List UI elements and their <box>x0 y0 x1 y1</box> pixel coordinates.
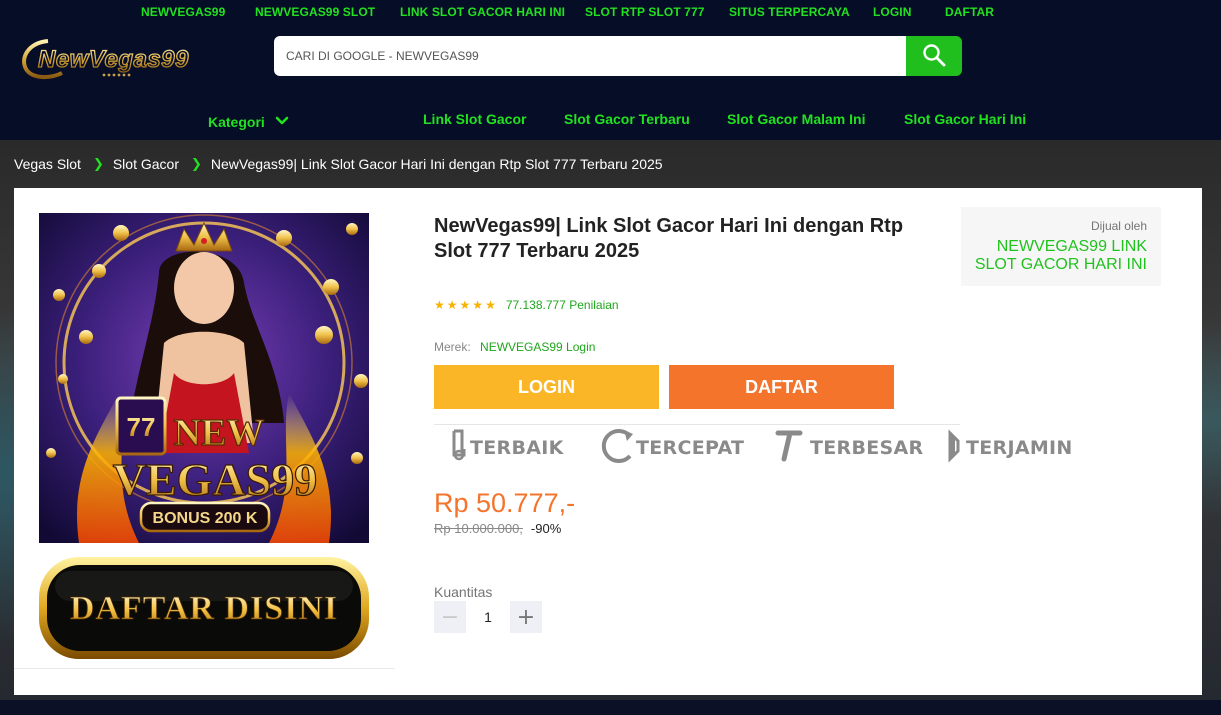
feature-label: TERJAMIN <box>966 437 1073 459</box>
chevron-right-icon: ❯ <box>92 156 104 171</box>
top-link-newvegas99[interactable]: NEWVEGAS99 <box>141 5 225 19</box>
search-button[interactable] <box>906 36 962 76</box>
svg-text:NewVegas99: NewVegas99 <box>38 46 189 73</box>
top-link-login[interactable]: LOGIN <box>873 5 912 19</box>
daftar-disini-banner[interactable]: DAFTAR DISINI <box>37 555 371 661</box>
minus-icon[interactable]: − <box>434 601 466 633</box>
divider <box>14 668 395 669</box>
feature-badges: TERBAIK TERCEPAT TERBESAR TERJAMIN <box>450 428 1090 468</box>
svg-text:77: 77 <box>127 412 156 442</box>
feature-label: TERCEPAT <box>636 437 745 459</box>
product-image[interactable]: 77 NEW VEGAS99 BONUS 200 K <box>39 213 369 543</box>
brand-label: Merek: <box>434 340 471 354</box>
top-link-daftar[interactable]: DAFTAR <box>945 5 994 19</box>
quantity-stepper: − + <box>434 601 542 633</box>
top-link-newvegas99-slot[interactable]: NEWVEGAS99 SLOT <box>255 5 375 19</box>
discount-badge: -90% <box>530 520 562 536</box>
chevron-down-icon <box>275 113 289 131</box>
search-icon <box>922 43 946 70</box>
star-icon: ★ <box>485 298 496 312</box>
plus-icon[interactable]: + <box>510 601 542 633</box>
svg-text:NEW: NEW <box>174 412 265 454</box>
search-bar <box>274 36 962 76</box>
top-link-slot-gacor-hari-ini[interactable]: LINK SLOT GACOR HARI INI <box>400 5 565 19</box>
site-logo[interactable]: NewVegas99 <box>18 33 213 83</box>
breadcrumb-slot-gacor[interactable]: Slot Gacor <box>113 156 179 172</box>
daftar-button[interactable]: DAFTAR <box>669 365 894 409</box>
quantity-label: Kuantitas <box>434 584 493 600</box>
product-brand: Merek: NEWVEGAS99 Login <box>434 340 595 354</box>
seller-name-link[interactable]: NEWVEGAS99 LINK SLOT GACOR HARI INI <box>967 238 1147 274</box>
breadcrumb-vegas-slot[interactable]: Vegas Slot <box>14 156 81 172</box>
brand-link[interactable]: NEWVEGAS99 Login <box>480 340 595 354</box>
kategori-label: Kategori <box>208 114 265 130</box>
product-card: 77 NEW VEGAS99 BONUS 200 K DAFTAR DISINI… <box>14 188 1202 695</box>
seller-box: Dijual oleh NEWVEGAS99 LINK SLOT GACOR H… <box>961 207 1161 286</box>
login-button[interactable]: LOGIN <box>434 365 659 409</box>
star-icon: ★ <box>434 298 445 312</box>
top-link-situs-terpercaya[interactable]: SITUS TERPERCAYA <box>729 5 850 19</box>
product-price: Rp 50.777,- <box>434 488 576 518</box>
search-input[interactable] <box>274 36 908 76</box>
nav-link-slot-gacor-terbaru[interactable]: Slot Gacor Terbaru <box>564 111 690 127</box>
star-icon: ★ <box>472 298 484 312</box>
feature-label: TERBAIK <box>470 437 564 459</box>
feature-terbesar: TERBESAR <box>774 428 923 468</box>
svg-text:VEGAS99: VEGAS99 <box>113 454 317 505</box>
breadcrumb: Vegas Slot ❯ Slot Gacor ❯ NewVegas99| Li… <box>14 155 663 173</box>
svg-text:BONUS 200 K: BONUS 200 K <box>153 510 258 527</box>
rating-stars: ★ ★ ★ ★ ★ <box>434 299 496 311</box>
chevron-right-icon: ❯ <box>190 156 202 171</box>
product-title: NewVegas99| Link Slot Gacor Hari Ini den… <box>434 215 904 262</box>
star-icon: ★ <box>459 298 471 312</box>
product-rating[interactable]: ★ ★ ★ ★ ★ 77.138.777 Penilaian <box>434 298 619 312</box>
feature-label: TERBESAR <box>810 437 924 459</box>
top-links-bar: NEWVEGAS99 NEWVEGAS99 SLOT LINK SLOT GAC… <box>0 5 1221 21</box>
site-header: NEWVEGAS99 NEWVEGAS99 SLOT LINK SLOT GAC… <box>0 0 1221 140</box>
nav-link-slot-gacor[interactable]: Link Slot Gacor <box>423 111 526 127</box>
star-icon: ★ <box>446 298 458 312</box>
nav-link-slot-gacor-malam-ini[interactable]: Slot Gacor Malam Ini <box>727 111 865 127</box>
quantity-input[interactable] <box>466 601 510 633</box>
svg-text:DAFTAR DISINI: DAFTAR DISINI <box>70 590 338 627</box>
divider <box>434 424 960 425</box>
shield-icon <box>946 428 964 468</box>
feature-tercepat: TERCEPAT <box>600 428 744 468</box>
nav-link-slot-gacor-hari-ini[interactable]: Slot Gacor Hari Ini <box>904 111 1026 127</box>
rating-count: 77.138.777 Penilaian <box>505 298 619 312</box>
feature-terbaik: TERBAIK <box>450 428 564 468</box>
refresh-icon <box>600 428 634 469</box>
kategori-dropdown[interactable]: Kategori <box>208 112 289 132</box>
letter-t-icon <box>774 429 808 468</box>
breadcrumb-current: NewVegas99| Link Slot Gacor Hari Ini den… <box>210 156 663 172</box>
certificate-icon <box>450 429 468 468</box>
original-price: Rp 10.000.000, -90% <box>434 520 562 536</box>
bottom-bar <box>0 700 1221 715</box>
top-link-slot-rtp[interactable]: SLOT RTP SLOT 777 <box>585 5 705 19</box>
feature-terjamin: TERJAMIN <box>946 428 1073 468</box>
old-price-value: Rp 10.000.000, <box>434 520 523 536</box>
seller-label: Dijual oleh <box>1090 219 1147 233</box>
